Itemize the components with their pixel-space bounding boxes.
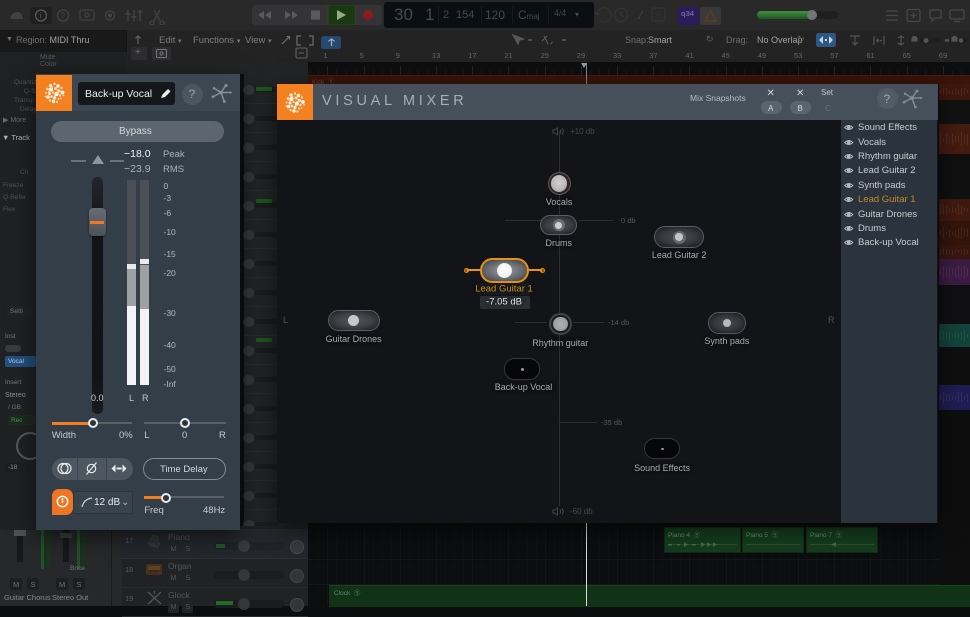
svg-text:i: i xyxy=(40,12,42,21)
svg-text:?: ? xyxy=(61,12,66,21)
